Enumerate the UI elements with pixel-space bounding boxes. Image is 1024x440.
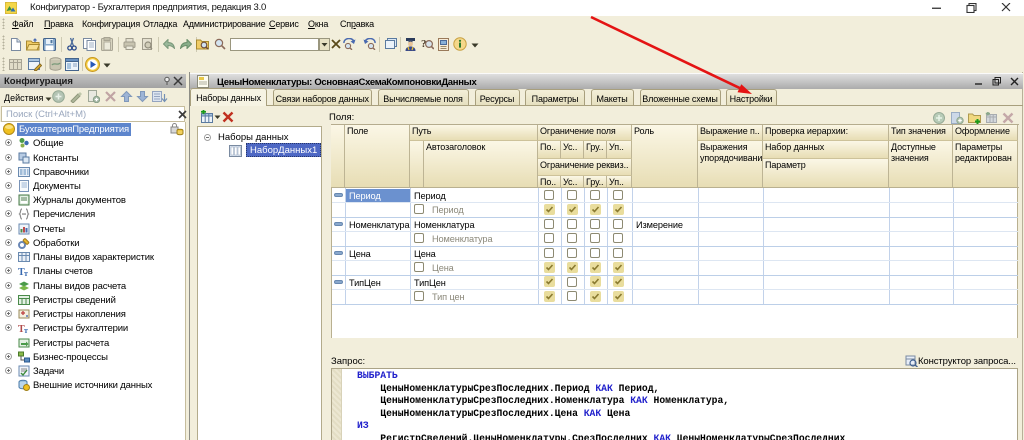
svg-text:т: т xyxy=(24,326,28,334)
svg-text:т: т xyxy=(24,269,28,277)
